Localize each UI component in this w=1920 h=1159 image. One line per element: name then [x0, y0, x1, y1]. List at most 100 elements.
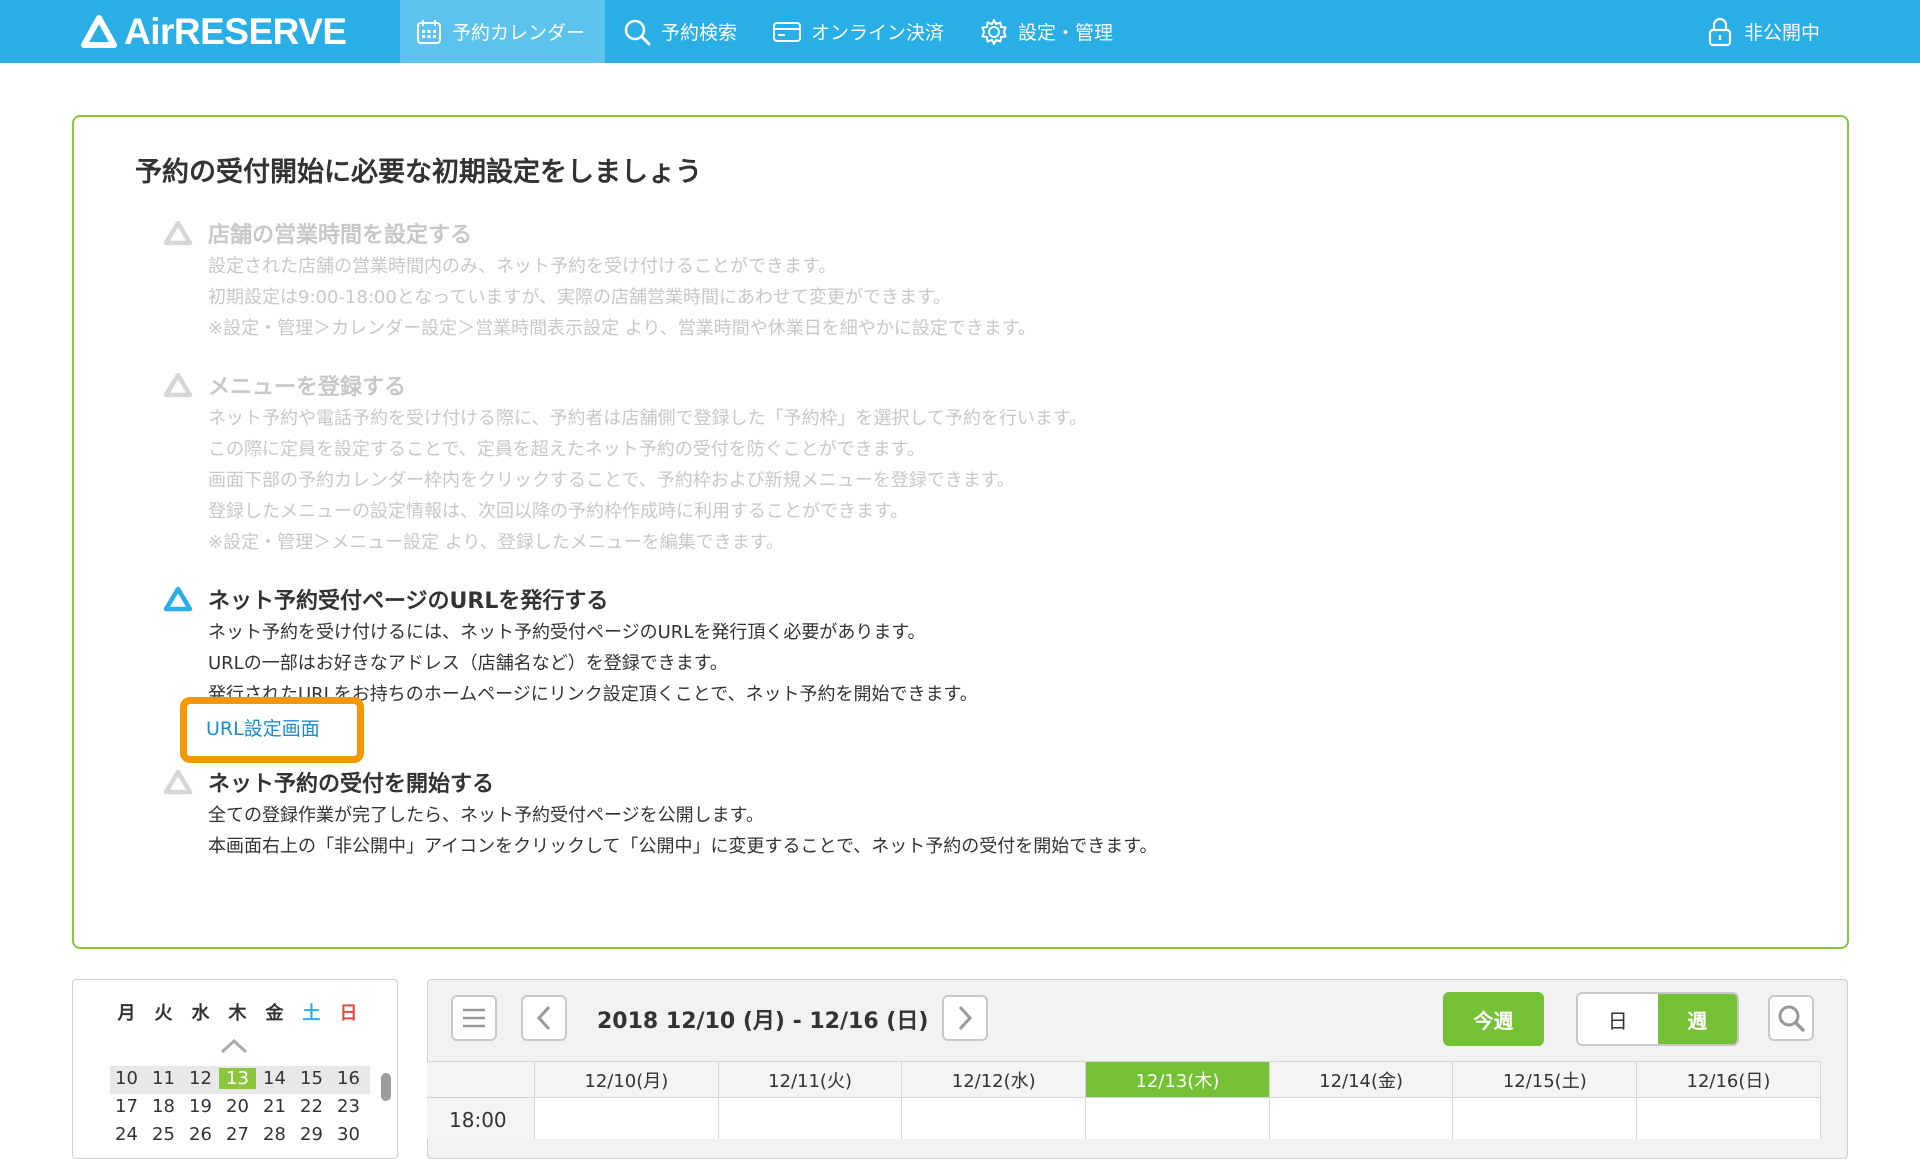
mini-calendar-day[interactable]: 21: [256, 1096, 293, 1117]
week-view-button[interactable]: 週: [1657, 994, 1737, 1044]
calendar-search-button[interactable]: [1768, 995, 1814, 1041]
day-column-header[interactable]: 12/12(水): [902, 1062, 1087, 1097]
step-description: 設定された店舗の営業時間内のみ、ネット予約を受け付けることができます。: [208, 256, 837, 277]
initial-setup-panel: 予約の受付開始に必要な初期設定をしましょう 店舗の営業時間を設定する 設定された…: [72, 115, 1849, 949]
view-mode-toggle: 日 週: [1576, 992, 1739, 1046]
step-description: ※設定・管理＞メニュー設定 より、登録したメニューを編集できます。: [208, 532, 784, 553]
calendar-slot[interactable]: [1086, 1098, 1270, 1139]
mini-calendar-week: 17 18 19 20 21 22 23: [108, 1096, 367, 1117]
day-column-header[interactable]: 12/14(金): [1270, 1062, 1454, 1097]
step-description: ネット予約を受け付けるには、ネット予約受付ページのURLを発行頂く必要があります…: [208, 622, 926, 643]
publish-status-label: 非公開中: [1743, 22, 1820, 44]
calendar-slot[interactable]: [535, 1098, 719, 1139]
next-week-button[interactable]: [942, 995, 988, 1041]
step-triangle-icon: [163, 586, 193, 612]
mini-calendar-day[interactable]: 18: [145, 1096, 182, 1117]
step-title: 店舗の営業時間を設定する: [208, 223, 473, 248]
mini-calendar-day[interactable]: 15: [293, 1068, 330, 1089]
weekday-label: 金: [265, 1003, 284, 1024]
time-column-header: [427, 1062, 535, 1097]
setup-step-url: ネット予約受付ページのURLを発行する ネット予約を受け付けるには、ネット予約受…: [162, 581, 978, 710]
setup-step-menu: メニューを登録する ネット予約や電話予約を受け付ける際に、予約者は店舗側で登録し…: [162, 367, 1087, 558]
mini-calendar-scrollbar[interactable]: [381, 1073, 391, 1101]
mini-calendar-day[interactable]: 27: [219, 1124, 256, 1145]
step-description: 本画面右上の「非公開中」アイコンをクリックして「公開中」に変更することで、ネット…: [208, 836, 1158, 857]
weekday-label: 木: [228, 1003, 247, 1024]
setup-step-start-accepting: ネット予約の受付を開始する 全ての登録作業が完了したら、ネット予約受付ページを公…: [162, 764, 1158, 862]
search-icon: [624, 19, 651, 45]
calendar-time-row: 18:00: [427, 1097, 1821, 1139]
nav-label: 設定・管理: [1018, 22, 1114, 44]
step-title: ネット予約の受付を開始する: [208, 772, 495, 797]
nav-online-payment[interactable]: オンライン決済: [755, 0, 962, 63]
step-description: 登録したメニューの設定情報は、次回以降の予約枠作成時に利用することができます。: [208, 501, 909, 522]
setup-step-business-hours: 店舗の営業時間を設定する 設定された店舗の営業時間内のみ、ネット予約を受け付ける…: [162, 215, 1036, 344]
mini-calendar-day[interactable]: 26: [182, 1124, 219, 1145]
mini-calendar-day[interactable]: 16: [330, 1068, 367, 1089]
mini-calendar-day[interactable]: 29: [293, 1124, 330, 1145]
step-description: 全ての登録作業が完了したら、ネット予約受付ページを公開します。: [208, 805, 764, 826]
this-week-button[interactable]: 今週: [1443, 992, 1544, 1046]
calendar-day-header: 12/10(月) 12/11(火) 12/12(水) 12/13(木) 12/1…: [427, 1061, 1821, 1097]
nav-label: 予約検索: [661, 22, 738, 44]
search-icon: [1778, 1005, 1805, 1032]
mini-calendar-week: 24 25 26 27 28 29 30: [108, 1124, 367, 1145]
mini-calendar-day[interactable]: 19: [182, 1096, 219, 1117]
chevron-left-icon: [536, 1005, 551, 1031]
step-description: ※設定・管理＞カレンダー設定＞営業時間表示設定 より、営業時間や休業日を細やかに…: [208, 318, 1036, 339]
step-description: ネット予約や電話予約を受け付ける際に、予約者は店舗側で登録した「予約枠」を選択し…: [208, 408, 1088, 429]
day-column-header[interactable]: 12/15(土): [1453, 1062, 1638, 1097]
menu-button[interactable]: [451, 995, 497, 1041]
weekday-label: 水: [191, 1003, 210, 1024]
mini-calendar-day[interactable]: 25: [145, 1124, 182, 1145]
mini-calendar-day[interactable]: 11: [145, 1068, 182, 1089]
mini-calendar-day[interactable]: 10: [108, 1068, 145, 1089]
calendar-slot[interactable]: [1269, 1098, 1454, 1139]
main-nav: 予約カレンダー 予約検索 オンライン決済 設定・管理: [400, 0, 1131, 63]
calendar-slot[interactable]: [1637, 1098, 1821, 1139]
mini-calendar-day[interactable]: 14: [256, 1068, 293, 1089]
url-settings-link[interactable]: URL設定画面: [206, 714, 320, 741]
mini-calendar-day[interactable]: 30: [330, 1124, 367, 1145]
day-column-header[interactable]: 12/16(日): [1637, 1062, 1821, 1097]
calendar-slot[interactable]: [718, 1098, 903, 1139]
chevron-right-icon: [958, 1005, 973, 1031]
nav-settings[interactable]: 設定・管理: [962, 0, 1131, 63]
day-column-header-today[interactable]: 12/13(木): [1086, 1062, 1270, 1097]
week-range-label: 2018 12/10 (月) - 12/16 (日): [597, 1009, 929, 1034]
mini-calendar-day[interactable]: 22: [293, 1096, 330, 1117]
weekday-label-sunday: 日: [339, 1003, 358, 1024]
step-title: メニューを登録する: [208, 375, 407, 400]
day-column-header[interactable]: 12/10(月): [535, 1062, 719, 1097]
mini-calendar-day[interactable]: 12: [182, 1068, 219, 1089]
step-description: この際に定員を設定することで、定員を超えたネット予約の受付を防ぐことができます。: [208, 439, 925, 460]
mini-calendar-day[interactable]: 20: [219, 1096, 256, 1117]
mini-calendar-day[interactable]: 28: [256, 1124, 293, 1145]
calendar-icon: [417, 19, 441, 44]
calendar-slot[interactable]: [902, 1098, 1087, 1139]
previous-week-button[interactable]: [521, 995, 567, 1041]
day-view-button[interactable]: 日: [1578, 994, 1658, 1044]
nav-label: オンライン決済: [811, 22, 945, 44]
weekday-label: 火: [154, 1003, 173, 1024]
nav-reservation-search[interactable]: 予約検索: [605, 0, 755, 63]
weekday-label: 月: [117, 1003, 136, 1024]
calendar-slot[interactable]: [1453, 1098, 1638, 1139]
day-column-header[interactable]: 12/11(火): [719, 1062, 903, 1097]
setup-title: 予約の受付開始に必要な初期設定をしましょう: [135, 157, 702, 188]
mini-calendar-day[interactable]: 24: [108, 1124, 145, 1145]
chevron-up-icon[interactable]: [218, 1036, 250, 1056]
hamburger-icon: [463, 1008, 485, 1028]
publish-status-toggle[interactable]: 非公開中: [1708, 0, 1820, 63]
step-triangle-icon: [163, 372, 193, 398]
mini-calendar-day[interactable]: 17: [108, 1096, 145, 1117]
brand-logo[interactable]: AirRESERVE: [80, 8, 347, 56]
step-description: 画面下部の予約カレンダー枠内をクリックすることで、予約枠および新規メニューを登録…: [208, 470, 1015, 491]
mini-calendar-today[interactable]: 13: [219, 1068, 256, 1089]
mini-calendar-day[interactable]: 23: [330, 1096, 367, 1117]
nav-reservation-calendar[interactable]: 予約カレンダー: [400, 0, 606, 63]
step-description: 初期設定は9:00-18:00となっていますが、実際の店舗営業時間にあわせて変更…: [208, 287, 952, 308]
gear-icon: [981, 18, 1007, 45]
mini-calendar-weekdays: 月 火 水 木 金 土 日: [108, 999, 367, 1025]
time-slot-label: 18:00: [427, 1098, 535, 1139]
